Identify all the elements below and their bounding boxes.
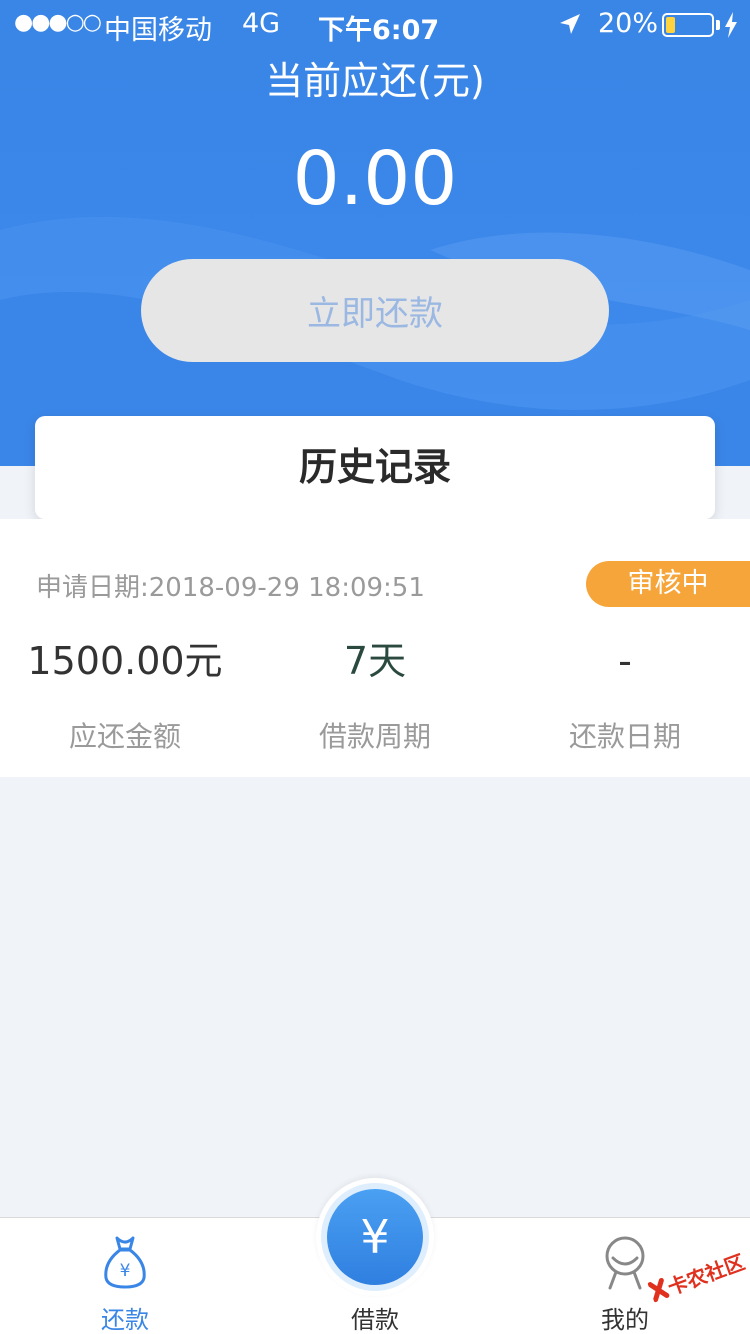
amount-due-value-cell: 1500.00元	[27, 639, 223, 683]
apply-date: 申请日期:2018-09-29 18:09:51	[36, 573, 425, 603]
borrow-center-button[interactable]: ¥	[327, 1189, 423, 1285]
tab-repay[interactable]: ¥ 还款	[0, 1218, 250, 1334]
repay-date-value: -	[618, 639, 632, 683]
location-arrow-icon	[560, 14, 580, 34]
signal-strength: ●●●○○	[14, 10, 102, 35]
loan-period-column: 7天 借款周期	[250, 637, 500, 755]
battery-percent: 20%	[598, 8, 659, 39]
amount-due-value: 0.00	[292, 136, 458, 222]
carrier-name: 中国移动	[104, 15, 212, 46]
status-time: 下午6:07	[318, 15, 440, 46]
history-records-tab[interactable]: 历史记录	[35, 416, 715, 519]
network-type: 4G	[242, 8, 281, 39]
status-badge: 审核中	[586, 561, 750, 607]
loan-period-value: 7天	[343, 639, 407, 683]
bag-yuan-symbol: ¥	[120, 1261, 131, 1281]
money-bag-icon: ¥	[104, 1236, 146, 1289]
header-panel: ●●●○○ 中国移动 4G 下午6:07 20% 当前应还(元) 0.00 立即…	[0, 0, 750, 466]
repay-date-label: 还款日期	[568, 720, 681, 753]
repay-now-button[interactable]: 立即还款	[141, 259, 609, 362]
repay-date-column: - 还款日期	[500, 637, 750, 755]
tab-mine-label: 我的	[601, 1306, 649, 1334]
charging-bolt-icon	[725, 12, 737, 38]
amount-due-title: 当前应还(元)	[265, 59, 485, 103]
loan-period-label: 借款周期	[318, 720, 431, 753]
status-bar: ●●●○○ 中国移动 4G 下午6:07 20%	[0, 0, 750, 48]
tab-repay-label: 还款	[101, 1306, 149, 1334]
user-icon	[605, 1236, 645, 1290]
amount-due-label: 应还金额	[68, 720, 181, 753]
battery-nub	[716, 20, 720, 30]
amount-due-column: 1500.00元 应还金额	[0, 637, 250, 755]
battery-icon	[662, 13, 714, 37]
loan-record-card[interactable]: 申请日期:2018-09-29 18:09:51 审核中 1500.00元 应还…	[0, 519, 750, 777]
tab-borrow-label: 借款	[351, 1306, 399, 1334]
battery-level	[666, 17, 675, 33]
